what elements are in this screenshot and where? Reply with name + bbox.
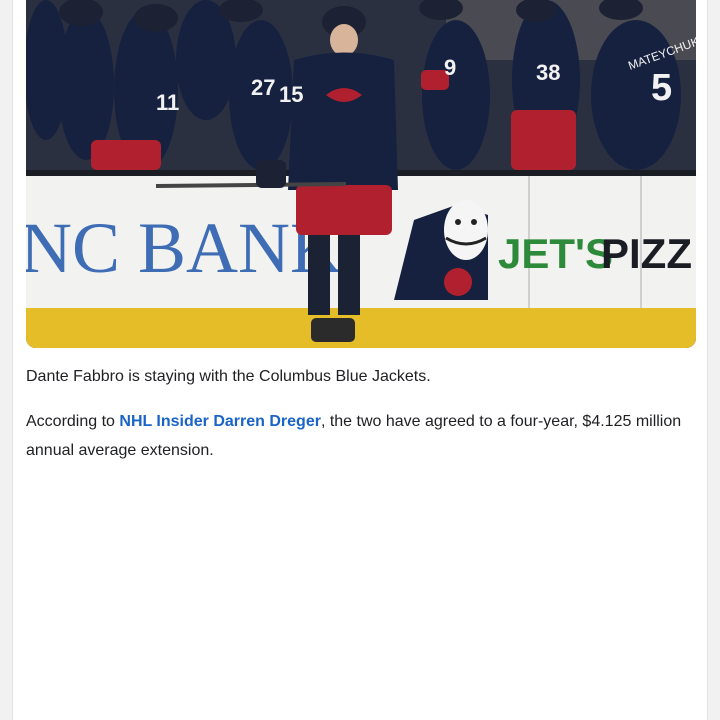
hockey-celebration-photo-icon: NC BANK JET'S PIZZ 11 27 15 9 38 5 MATEY… [26, 0, 696, 348]
board-bank-text: NC BANK [26, 208, 342, 288]
jersey-number: 27 [251, 75, 275, 100]
jersey-number: 9 [444, 55, 456, 80]
jersey-number: 11 [156, 90, 179, 115]
board-pizza-text: PIZZ [601, 230, 692, 277]
nhl-insider-link[interactable]: NHL Insider Darren Dreger [119, 413, 321, 430]
article-paragraph: According to NHL Insider Darren Dreger, … [26, 407, 686, 465]
page-container: NC BANK JET'S PIZZ 11 27 15 9 38 5 MATEY… [12, 0, 708, 720]
jersey-number: 5 [651, 67, 672, 109]
jersey-number: 38 [536, 60, 560, 85]
article-text: According to [26, 413, 120, 430]
jersey-number: 15 [279, 82, 303, 107]
article-hero-photo: NC BANK JET'S PIZZ 11 27 15 9 38 5 MATEY… [26, 0, 696, 348]
article-body: Dante Fabbro is staying with the Columbu… [26, 362, 686, 481]
article-paragraph: Dante Fabbro is staying with the Columbu… [26, 368, 431, 385]
board-jets-text: JET'S [498, 230, 613, 277]
